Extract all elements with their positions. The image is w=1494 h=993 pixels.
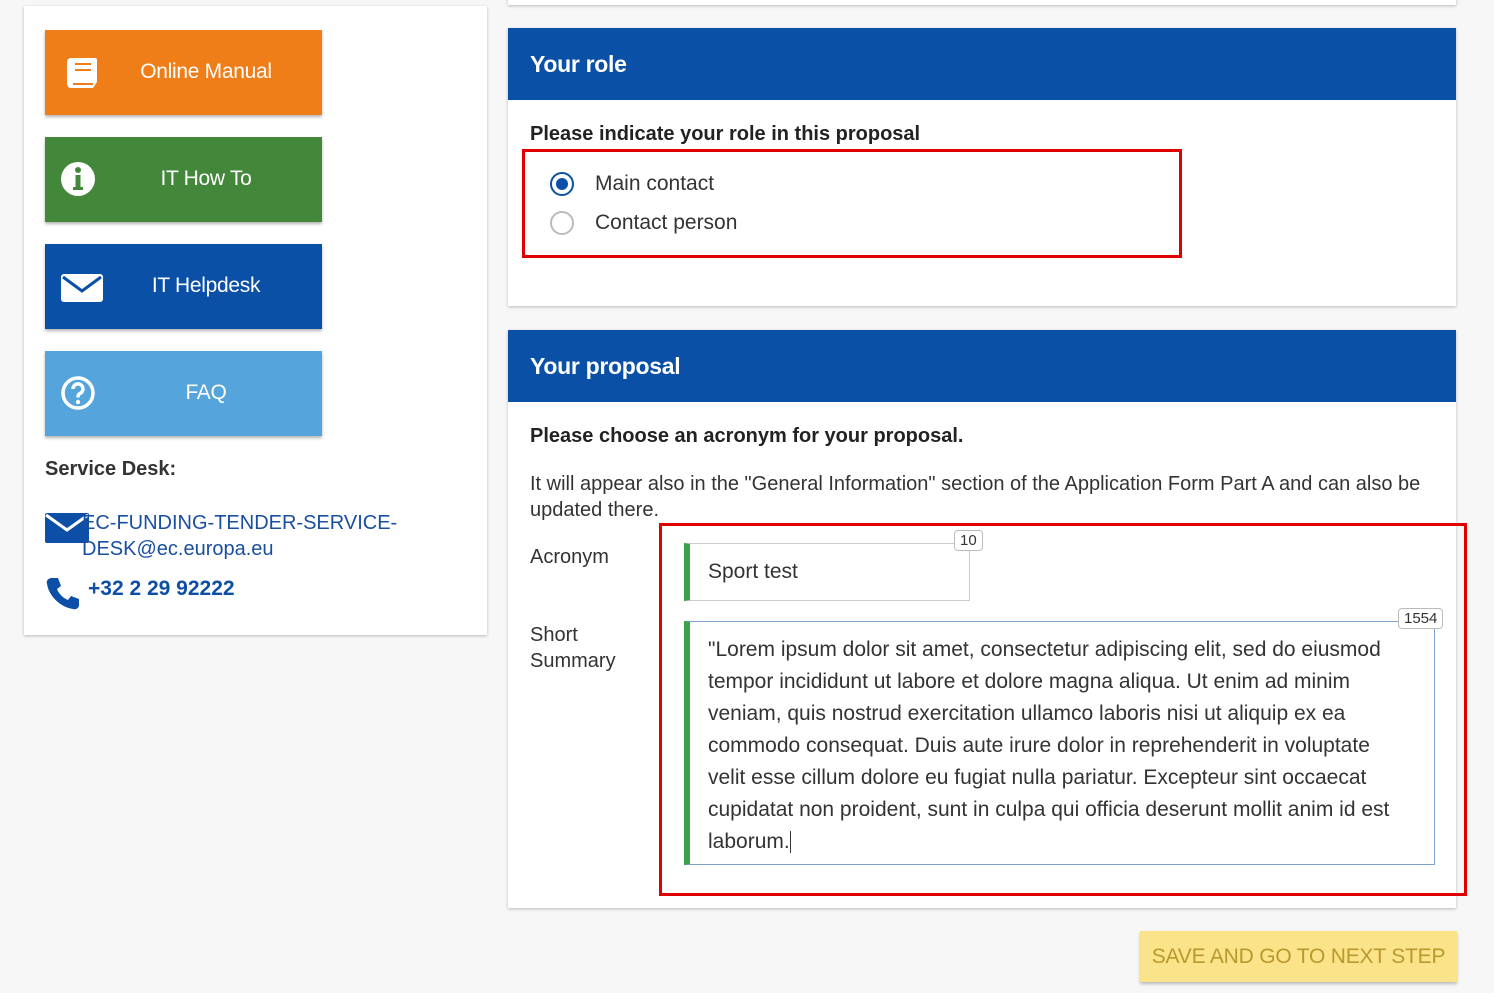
it-how-to-label: IT How To	[160, 167, 252, 190]
proposal-card-title: Your proposal	[508, 330, 1456, 402]
role-card: Your role Please indicate your role in t…	[508, 28, 1456, 306]
radio-main-contact[interactable]: Main contact	[550, 170, 850, 200]
help-sidebar: Online Manual IT How To IT Helpdesk FAQ …	[24, 6, 487, 635]
service-desk-label: Service Desk:	[45, 458, 177, 480]
it-helpdesk-button[interactable]: IT Helpdesk	[45, 244, 322, 329]
short-summary-textarea[interactable]: "Lorem ipsum dolor sit amet, consectetur…	[684, 621, 1435, 865]
service-desk-email-link[interactable]: EC-FUNDING-TENDER-SERVICE-DESK@ec.europa…	[82, 510, 412, 562]
proposal-description: It will appear also in the "General Info…	[530, 473, 1421, 521]
save-and-next-button[interactable]: SAVE AND GO TO NEXT STEP	[1140, 931, 1457, 982]
service-desk-phone-link[interactable]: +32 2 29 92222	[88, 577, 235, 601]
short-summary-label: Short Summary	[530, 624, 616, 672]
acronym-input[interactable]: Sport test	[684, 543, 970, 601]
it-how-to-button[interactable]: IT How To	[45, 137, 322, 222]
summary-char-counter: 1554	[1398, 608, 1444, 629]
short-summary-text: "Lorem ipsum dolor sit amet, consectetur…	[708, 638, 1390, 854]
faq-button[interactable]: FAQ	[45, 351, 322, 436]
online-manual-label: Online Manual	[140, 60, 272, 83]
proposal-card: Your proposal Please choose an acronym f…	[508, 330, 1456, 908]
proposal-question: Please choose an acronym for your propos…	[530, 425, 964, 447]
radio-button-checked[interactable]	[550, 172, 574, 196]
radio-main-contact-label: Main contact	[595, 172, 715, 195]
acronym-char-counter: 10	[954, 530, 983, 551]
it-helpdesk-label: IT Helpdesk	[151, 274, 261, 297]
online-manual-button[interactable]: Online Manual	[45, 30, 322, 115]
text-caret	[789, 831, 791, 854]
faq-label: FAQ	[185, 381, 227, 404]
radio-contact-person-label: Contact person	[595, 211, 738, 234]
role-card-title: Your role	[508, 28, 1456, 100]
previous-card-edge	[508, 0, 1456, 5]
acronym-label: Acronym	[530, 546, 609, 568]
role-question: Please indicate your role in this propos…	[530, 123, 921, 145]
phone-icon	[46, 578, 79, 610]
radio-contact-person[interactable]: Contact person	[550, 209, 850, 239]
radio-button-unchecked[interactable]	[550, 211, 574, 235]
